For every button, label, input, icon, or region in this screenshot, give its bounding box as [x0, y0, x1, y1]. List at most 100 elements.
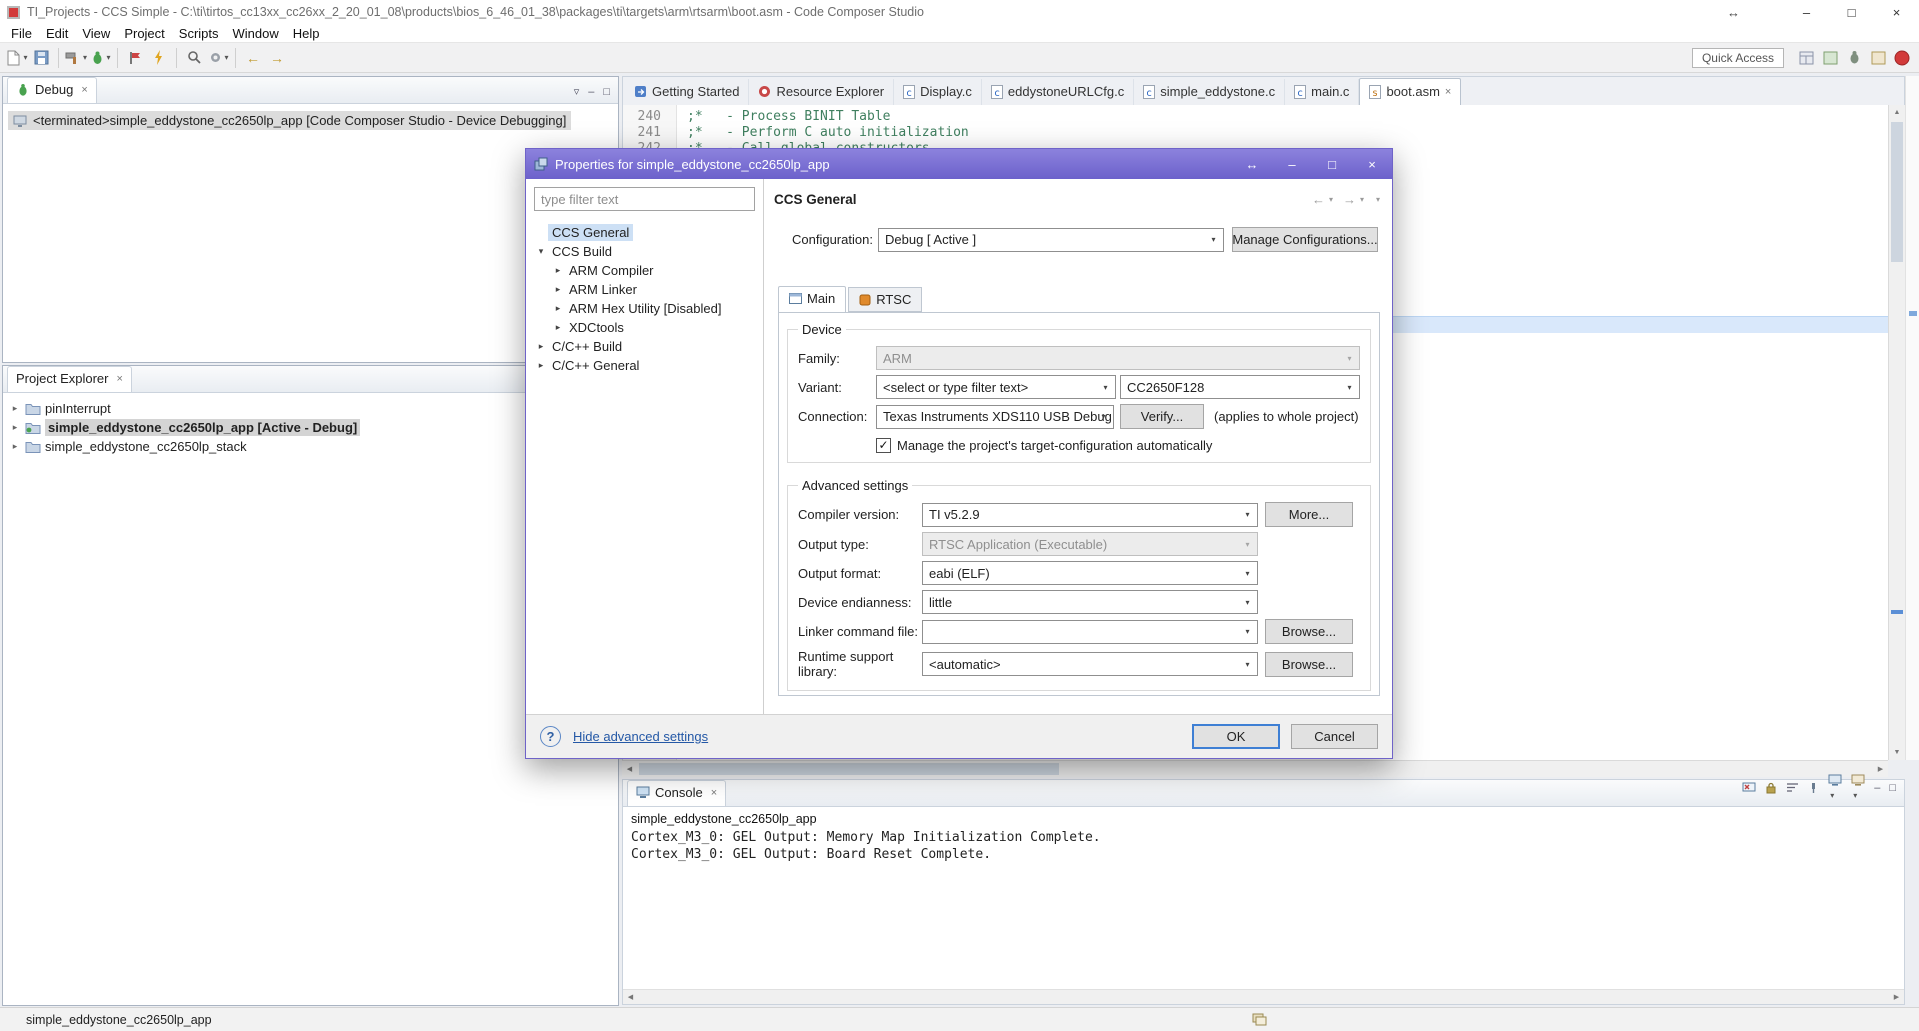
- tree-expanded-icon[interactable]: ▾: [534, 246, 548, 257]
- editor-horizontal-scrollbar[interactable]: ◀ ▶: [622, 760, 1888, 777]
- new-wizard-button[interactable]: ▾: [6, 46, 28, 70]
- dialog-minimize-button[interactable]: –: [1272, 149, 1312, 179]
- tree-collapsed-icon[interactable]: ▸: [534, 360, 548, 371]
- combo-arrow-icon[interactable]: ▾: [1238, 621, 1257, 643]
- combo-arrow-icon[interactable]: ▾: [1096, 376, 1115, 398]
- expander-icon[interactable]: ▸: [9, 422, 21, 433]
- tree-item-xdctools[interactable]: ▸ XDCtools: [534, 318, 755, 337]
- tree-item-arm-hex-utility[interactable]: ▸ ARM Hex Utility [Disabled]: [534, 299, 755, 318]
- simplelink-red-button[interactable]: [1891, 46, 1913, 70]
- new-wizard-caret-icon[interactable]: ▾: [23, 53, 27, 62]
- scroll-left-icon[interactable]: ◀: [623, 990, 638, 1004]
- scroll-up-icon[interactable]: ▲: [1889, 105, 1905, 120]
- history-forward-caret-icon[interactable]: ▾: [1360, 195, 1364, 204]
- tree-item-cpp-general[interactable]: ▸ C/C++ General: [534, 356, 755, 375]
- flash-button[interactable]: [148, 46, 170, 70]
- tree-item-ccs-general[interactable]: CCS General: [534, 223, 755, 242]
- settings-caret-icon[interactable]: ▾: [225, 53, 229, 62]
- console-maximize-icon[interactable]: □: [1889, 782, 1896, 794]
- tab-main-c[interactable]: c main.c: [1285, 79, 1360, 105]
- pin-console-icon[interactable]: [1808, 782, 1819, 794]
- combo-arrow-icon[interactable]: ▾: [1204, 229, 1223, 251]
- console-tab-close-icon[interactable]: ×: [711, 787, 717, 799]
- cancel-button[interactable]: Cancel: [1291, 724, 1378, 749]
- back-history-button[interactable]: ←: [242, 46, 264, 70]
- build-caret-icon[interactable]: ▾: [83, 53, 87, 62]
- new-target-config-button[interactable]: [124, 46, 146, 70]
- menu-file[interactable]: File: [4, 26, 39, 41]
- scroll-down-icon[interactable]: ▼: [1889, 745, 1905, 760]
- variant-filter-select[interactable]: <select or type filter text> ▾: [876, 375, 1116, 399]
- scroll-left-icon[interactable]: ◀: [622, 761, 637, 777]
- verify-button[interactable]: Verify...: [1120, 404, 1204, 429]
- device-endianness-select[interactable]: little ▾: [922, 590, 1258, 614]
- runtime-browse-button[interactable]: Browse...: [1265, 651, 1353, 677]
- tab-project-explorer[interactable]: Project Explorer ×: [7, 366, 132, 392]
- open-perspective-button[interactable]: [1795, 46, 1817, 70]
- scrollbar-thumb[interactable]: [1891, 122, 1903, 262]
- tree-item-ccs-build[interactable]: ▾ CCS Build: [534, 242, 755, 261]
- ccs-edit-perspective-button[interactable]: [1819, 46, 1841, 70]
- history-forward-icon[interactable]: →: [1343, 192, 1356, 207]
- combo-arrow-icon[interactable]: ▾: [1238, 504, 1257, 526]
- tab-console[interactable]: Console ×: [627, 780, 727, 806]
- menu-project[interactable]: Project: [117, 26, 171, 41]
- tree-collapsed-icon[interactable]: ▸: [551, 284, 565, 295]
- output-format-select[interactable]: eabi (ELF) ▾: [922, 561, 1258, 585]
- word-wrap-icon[interactable]: [1786, 782, 1799, 793]
- connection-select[interactable]: Texas Instruments XDS110 USB Debug Prob …: [876, 404, 1114, 429]
- menu-view[interactable]: View: [75, 26, 117, 41]
- compiler-version-select[interactable]: TI v5.2.9 ▾: [922, 502, 1258, 527]
- tab-eddystoneurlcfg-c[interactable]: c eddystoneURLCfg.c: [982, 79, 1135, 105]
- debug-session-item[interactable]: <terminated>simple_eddystone_cc2650lp_ap…: [8, 111, 572, 130]
- configuration-select[interactable]: Debug [ Active ] ▾: [878, 227, 1224, 252]
- tab-debug[interactable]: Debug ×: [7, 77, 97, 103]
- history-back-caret-icon[interactable]: ▾: [1329, 195, 1333, 204]
- manage-configurations-button[interactable]: Manage Configurations...: [1232, 227, 1378, 252]
- ccs-debug-perspective-button[interactable]: [1843, 46, 1865, 70]
- quick-access-button[interactable]: Quick Access: [1691, 47, 1784, 68]
- tree-collapsed-icon[interactable]: ▸: [551, 265, 565, 276]
- tab-main[interactable]: Main: [778, 286, 847, 313]
- clear-console-icon[interactable]: [1742, 782, 1756, 794]
- open-console-caret-icon[interactable]: ▾: [1853, 791, 1857, 800]
- menu-scripts[interactable]: Scripts: [172, 26, 226, 41]
- expander-icon[interactable]: ▸: [9, 441, 21, 452]
- tab-resource-explorer[interactable]: Resource Explorer: [749, 79, 895, 105]
- more-button[interactable]: More...: [1265, 502, 1353, 527]
- menu-window[interactable]: Window: [226, 26, 286, 41]
- dialog-titlebar[interactable]: Properties for simple_eddystone_cc2650lp…: [526, 149, 1392, 179]
- editor-vertical-scrollbar[interactable]: ▲ ▼: [1888, 105, 1905, 760]
- build-button[interactable]: ▾: [65, 46, 87, 70]
- debug-view-menu-icon[interactable]: ▿: [574, 85, 580, 98]
- menu-edit[interactable]: Edit: [39, 26, 75, 41]
- tab-simple-eddystone-c[interactable]: c simple_eddystone.c: [1134, 79, 1286, 105]
- debug-minimize-icon[interactable]: –: [588, 86, 594, 98]
- tab-close-icon[interactable]: ×: [1445, 86, 1451, 98]
- tree-item-arm-linker[interactable]: ▸ ARM Linker: [534, 280, 755, 299]
- maximize-button[interactable]: □: [1829, 0, 1874, 24]
- combo-arrow-icon[interactable]: ▾: [1238, 653, 1257, 675]
- display-console-icon[interactable]: ▾: [1828, 774, 1842, 801]
- tree-collapsed-icon[interactable]: ▸: [534, 341, 548, 352]
- variant-select[interactable]: CC2650F128 ▾: [1120, 375, 1360, 399]
- combo-arrow-icon[interactable]: ▾: [1340, 376, 1359, 398]
- tab-boot-asm[interactable]: s boot.asm ×: [1359, 78, 1462, 106]
- scroll-right-icon[interactable]: ▶: [1889, 990, 1904, 1004]
- project-explorer-close-icon[interactable]: ×: [116, 373, 122, 385]
- debug-maximize-icon[interactable]: □: [603, 86, 610, 98]
- save-button[interactable]: [30, 46, 52, 70]
- expander-icon[interactable]: ▸: [9, 403, 21, 414]
- debug-tab-close-icon[interactable]: ×: [81, 84, 87, 96]
- tab-getting-started[interactable]: Getting Started: [625, 79, 750, 105]
- minimize-button[interactable]: –: [1784, 0, 1829, 24]
- settings-gear-button[interactable]: ▾: [207, 46, 229, 70]
- display-console-caret-icon[interactable]: ▾: [1830, 791, 1834, 800]
- runtime-support-library-select[interactable]: <automatic> ▾: [922, 652, 1258, 676]
- filter-input[interactable]: [534, 187, 755, 211]
- close-button[interactable]: ×: [1874, 0, 1919, 24]
- scrollbar-thumb[interactable]: [639, 763, 1059, 775]
- console-minimize-icon[interactable]: –: [1874, 782, 1880, 794]
- menu-help[interactable]: Help: [286, 26, 327, 41]
- tab-display-c[interactable]: c Display.c: [894, 79, 982, 105]
